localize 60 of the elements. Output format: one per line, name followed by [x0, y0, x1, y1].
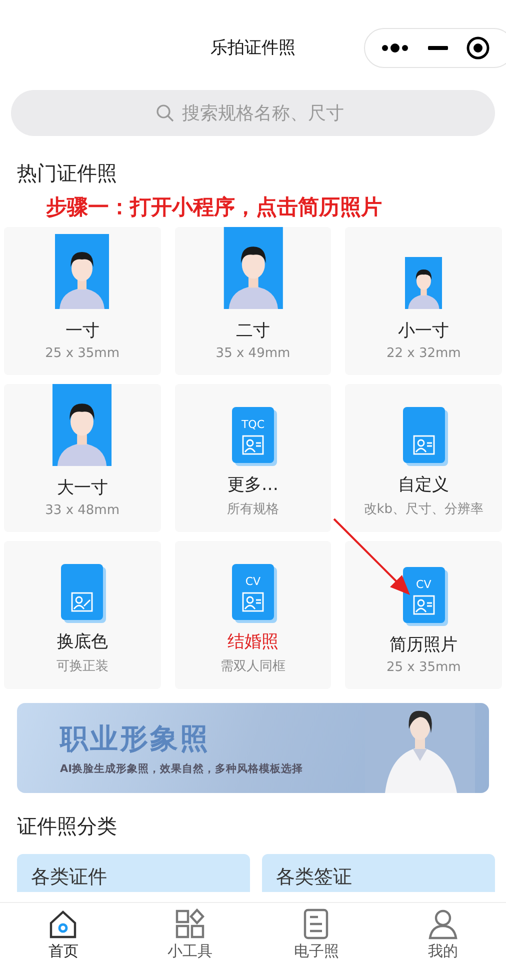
search-field[interactable]: 搜索规格名称、尺寸 — [180, 102, 350, 124]
tab-label: 小工具 — [167, 942, 212, 961]
tab-label: 电子照 — [294, 942, 339, 961]
tab[interactable]: 小工具 — [126, 903, 253, 966]
size-spec: 33 x 48mm — [45, 503, 120, 518]
banner-title: 职业形象照 — [60, 721, 211, 757]
section-title: 证件照分类 — [16, 813, 118, 840]
size-spec: 改kb、尺寸、分辨率 — [364, 501, 484, 518]
promo-banner[interactable]: 职业形象照 AI换脸生成形象照，效果自然，多种风格模板选择 — [17, 703, 489, 793]
grid-icon — [174, 908, 206, 940]
size-spec: 22 x 32mm — [386, 346, 461, 361]
id-photo-icon — [55, 234, 110, 309]
id-card-icon — [412, 435, 435, 455]
size-name: 简历照片 — [390, 634, 458, 656]
size-name: 大一寸 — [56, 477, 108, 499]
tab-label: 我的 — [428, 942, 458, 961]
user-icon — [426, 908, 459, 940]
document-label: TQC — [241, 418, 265, 431]
window-title: 乐拍证件照 — [210, 36, 296, 58]
id-card-icon — [242, 592, 264, 612]
photo-size-card[interactable]: CV 简历照片 25 x 35mm — [345, 541, 502, 689]
document-label: CV — [416, 578, 432, 591]
photo-size-card[interactable]: 自定义 改kb、尺寸、分辨率 — [345, 384, 502, 532]
photo-size-card[interactable]: 小一寸 22 x 32mm — [345, 227, 502, 375]
size-spec: 35 x 49mm — [216, 346, 290, 361]
photo-size-card[interactable]: TQC 更多… 所有规格 — [174, 384, 332, 532]
tab[interactable]: 首页 — [0, 903, 126, 966]
section-title: 热门证件照 — [16, 160, 118, 187]
size-name: 结婚照 — [227, 631, 278, 653]
photo-size-card[interactable]: 二寸 35 x 49mm — [174, 227, 332, 375]
photo-size-card[interactable]: 大一寸 33 x 48mm — [4, 384, 161, 532]
photo-size-card[interactable]: 一寸 25 x 35mm — [4, 227, 161, 375]
document-label: CV — [245, 575, 261, 588]
id-photo-icon — [404, 257, 442, 309]
id-card-icon — [242, 435, 264, 455]
size-name: 二寸 — [236, 320, 270, 342]
size-name: 自定义 — [398, 474, 450, 496]
search-icon — [156, 104, 174, 122]
size-spec: 需双人同框 — [220, 658, 286, 675]
category-card[interactable]: 各类签证 — [262, 854, 495, 892]
photo-size-card[interactable]: 换底色 可换正装 — [4, 541, 161, 689]
tab-label: 首页 — [48, 942, 78, 961]
size-name: 换底色 — [56, 631, 108, 653]
size-spec: 所有规格 — [226, 501, 279, 518]
size-name: 一寸 — [65, 320, 100, 342]
portrait-frame-icon — [71, 592, 94, 612]
close-icon[interactable] — [466, 36, 490, 60]
annotation-text: 步骤一：打开小程序，点击简历照片 — [46, 194, 382, 221]
size-spec: 25 x 35mm — [45, 346, 120, 361]
size-name: 更多… — [227, 474, 278, 496]
category-card[interactable]: 各类证件 — [17, 854, 250, 892]
id-card-icon — [412, 595, 435, 615]
size-spec: 可换正装 — [56, 658, 108, 675]
more-icon[interactable] — [380, 43, 410, 53]
photo-size-card[interactable]: CV 结婚照 需双人同框 — [174, 541, 332, 689]
tab[interactable]: 我的 — [380, 903, 506, 966]
tab[interactable]: 电子照 — [253, 903, 380, 966]
banner-subtitle: AI换脸生成形象照，效果自然，多种风格模板选择 — [60, 762, 304, 776]
size-name: 小一寸 — [398, 320, 450, 342]
size-spec: 25 x 35mm — [386, 660, 461, 675]
